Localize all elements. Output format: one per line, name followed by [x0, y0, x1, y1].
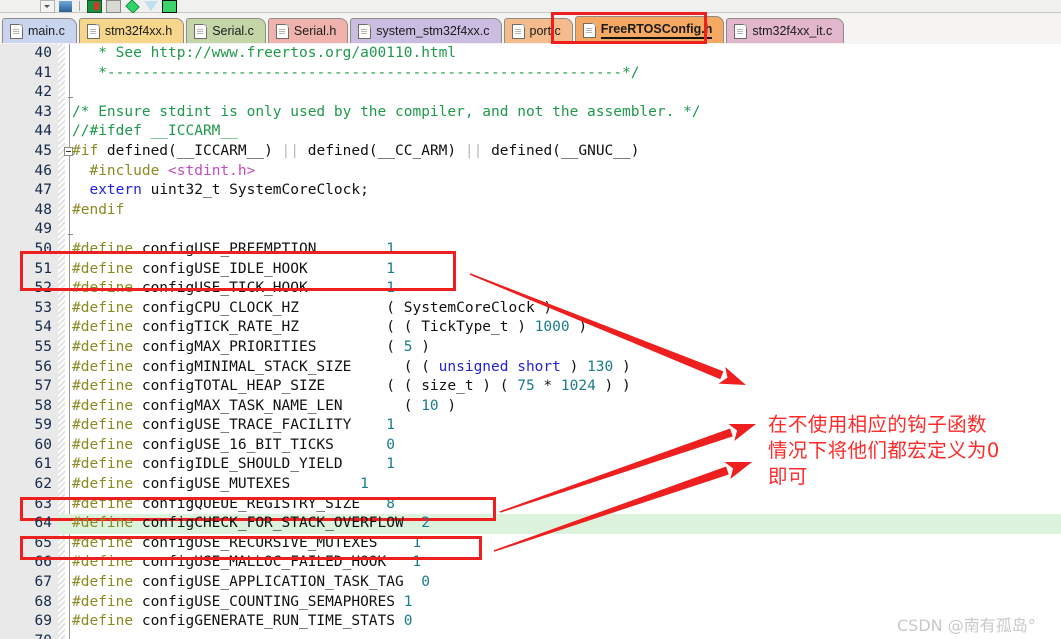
- line-number: 64: [34, 515, 52, 532]
- chinese-annotation-note: 在不使用相应的钩子函数 情况下将他们都宏定义为0 即可: [768, 413, 1000, 488]
- code-line[interactable]: 64 #define configCHECK_FOR_STACK_OVERFLOW…: [0, 514, 1061, 534]
- keil-editor-window: main.c stm32f4xx.h Serial.c Serial.h system_…: [0, 0, 1061, 639]
- watermark: CSDN @南有孤岛°: [897, 616, 1036, 635]
- arrow-stack-overflow-up: [499, 423, 756, 513]
- annotation-arrows: [469, 273, 756, 552]
- arrow-to-hooks: [469, 273, 746, 385]
- code-text: #define configCHECK_FOR_STACK_OVERFLOW 2: [72, 515, 430, 532]
- arrow-malloc-hook-up: [493, 461, 752, 552]
